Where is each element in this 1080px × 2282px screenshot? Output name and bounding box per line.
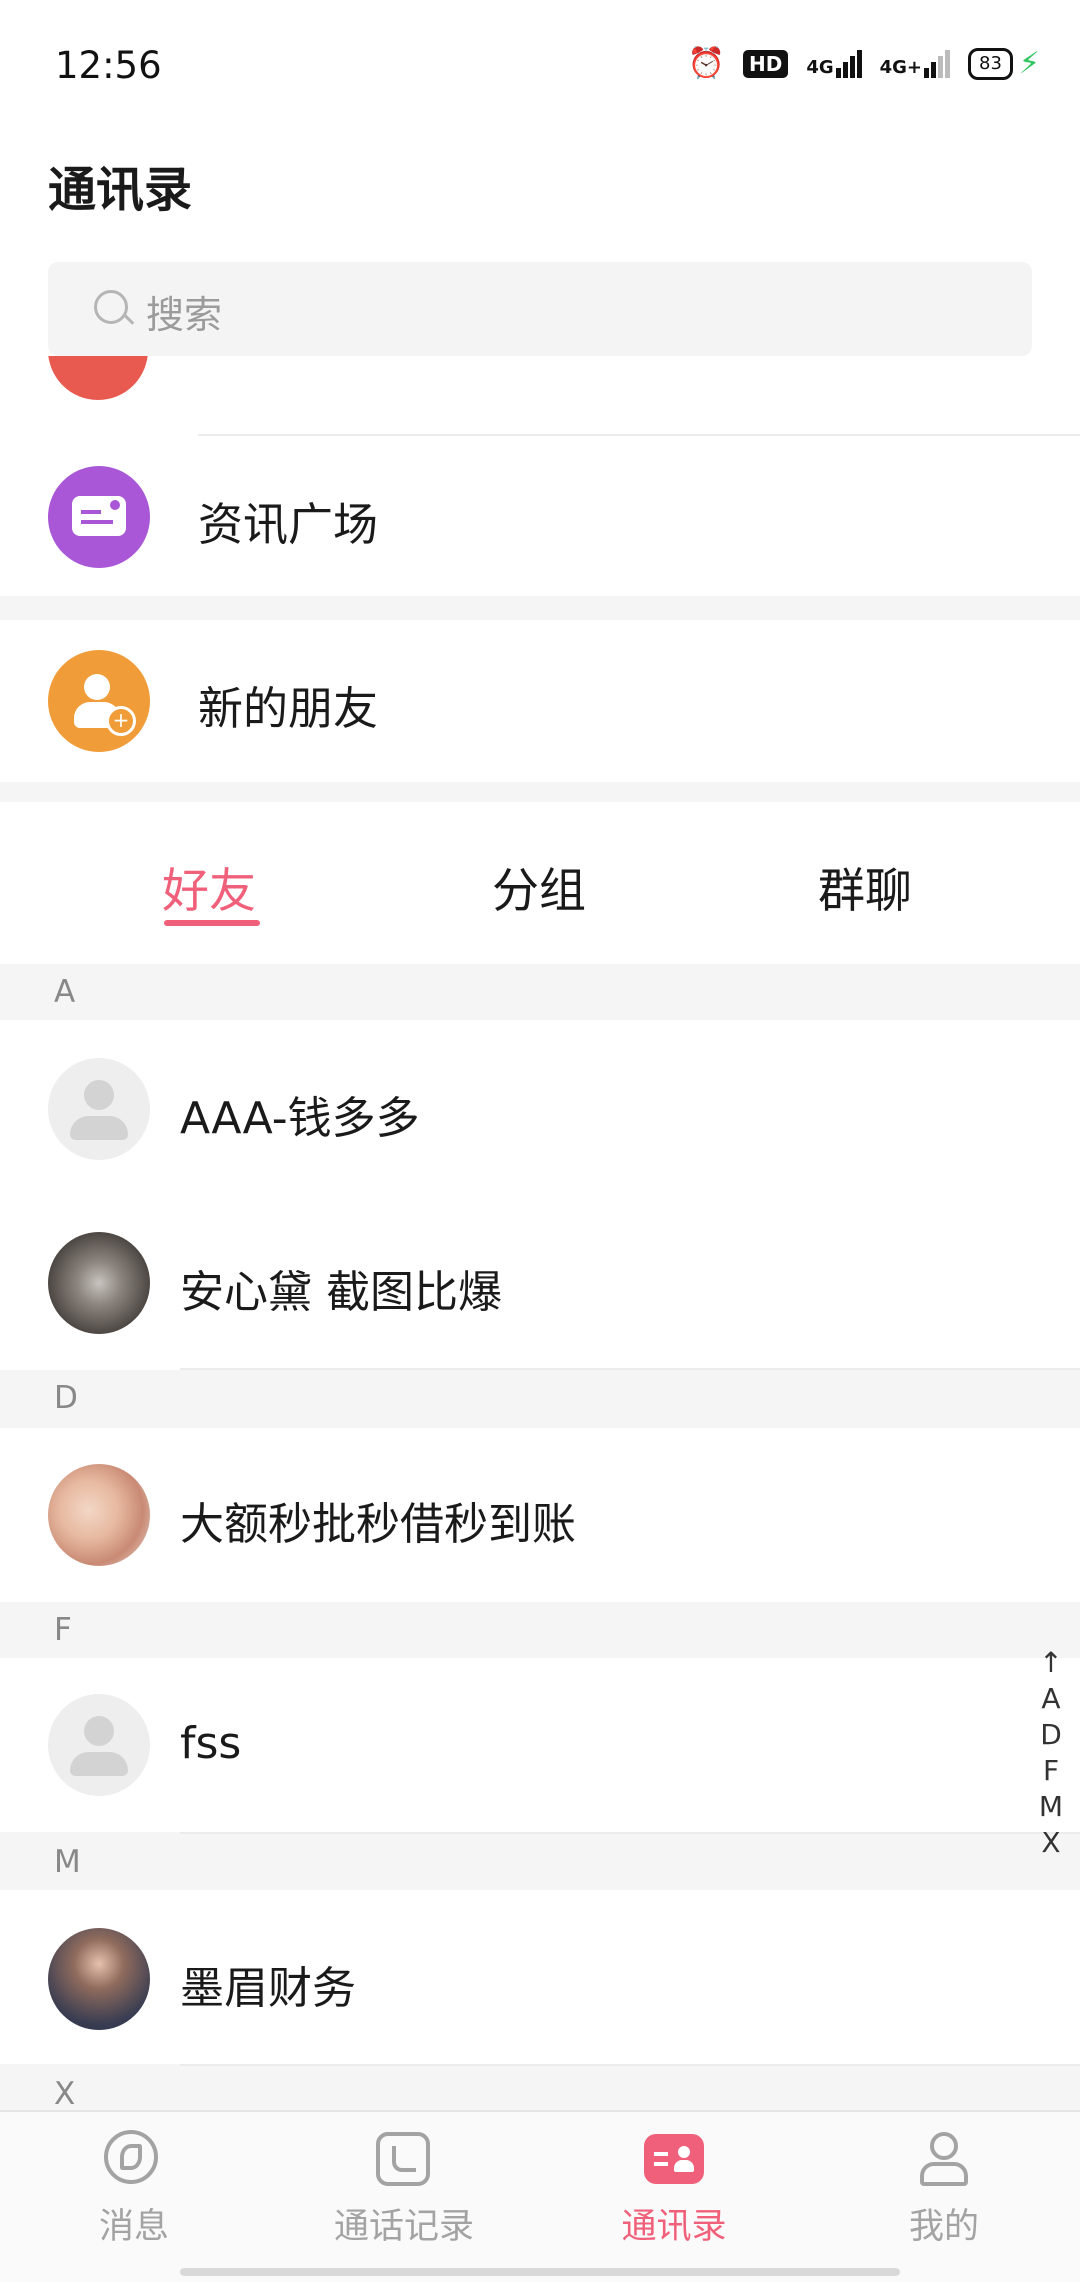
section-header-a [0,964,1080,1020]
nav-call-log[interactable]: 通话记录 [304,2130,504,2249]
search-placeholder: 搜索 [146,293,223,337]
nav-label: 我的 [908,2207,979,2247]
signal-icon-2: 4G+ [880,49,951,78]
battery-icon: 83 [968,47,1013,80]
index-f[interactable]: F [1036,1753,1066,1789]
section-header-x [0,2066,1080,2110]
profile-icon [914,2130,974,2190]
contact-name: 墨眉财务 [180,1963,356,2014]
alphabet-index[interactable]: ↑ A D F M X [1036,1645,1066,1861]
new-friends-row[interactable] [0,620,1080,782]
section-letter: D [54,1380,78,1416]
section-header-d [0,1370,1080,1428]
message-icon [104,2130,164,2190]
tab-group-chats[interactable]: 群聊 [818,852,912,921]
avatar [48,1058,150,1160]
call-log-icon [374,2130,434,2190]
signal-icon: 4G [806,49,862,78]
news-icon [48,466,150,568]
tab-indicator [164,920,260,926]
contact-name: fss [180,1718,242,1769]
nav-messages[interactable]: 消息 [34,2130,234,2249]
contact-name: 大额秒批秒借秒到账 [180,1499,576,1550]
tab-friends[interactable]: 好友 [162,852,256,921]
contacts-icon [644,2130,704,2190]
gesture-bar [180,2268,900,2276]
tab-groups[interactable]: 分组 [492,852,586,921]
contact-row[interactable] [0,1020,1080,1194]
contact-row[interactable] [0,1658,1080,1832]
alarm-icon: ⏰ [687,46,725,81]
search-icon [94,290,128,324]
nav-profile[interactable]: 我的 [844,2130,1044,2249]
nav-label: 通话记录 [333,2207,474,2247]
nav-label: 消息 [98,2207,169,2247]
section-letter: X [54,2076,76,2112]
index-m[interactable]: M [1036,1789,1066,1825]
index-a[interactable]: A [1036,1681,1066,1717]
news-square-row[interactable] [0,436,1080,598]
status-time: 12:56 [55,44,162,87]
nav-contacts[interactable]: 通讯录 [574,2130,774,2249]
section-letter: F [54,1612,72,1648]
section-header-f [0,1602,1080,1658]
status-icons: ⏰ HD 4G 4G+ 83 ⚡ [688,46,1040,81]
index-d[interactable]: D [1036,1717,1066,1753]
news-square-label: 资讯广场 [198,498,379,551]
avatar [48,1232,150,1334]
section-letter: A [54,974,76,1010]
charging-icon: ⚡ [1018,46,1040,81]
page-title: 通讯录 [48,162,193,218]
avatar [48,1464,150,1566]
add-friend-icon: + [48,650,150,752]
contact-name: AAA-钱多多 [180,1093,420,1144]
contact-name: 安心黛 截图比爆 [180,1267,502,1318]
section-letter: M [54,1844,81,1880]
nav-label: 通讯录 [621,2207,727,2247]
index-top[interactable]: ↑ [1036,1645,1066,1681]
contact-row[interactable] [0,1194,1080,1368]
section-header-m [0,1834,1080,1890]
new-friends-label: 新的朋友 [198,682,379,735]
hd-badge: HD [742,49,789,78]
avatar [48,1694,150,1796]
avatar [48,1928,150,2030]
index-x[interactable]: X [1036,1825,1066,1861]
contact-row[interactable] [0,1890,1080,2064]
